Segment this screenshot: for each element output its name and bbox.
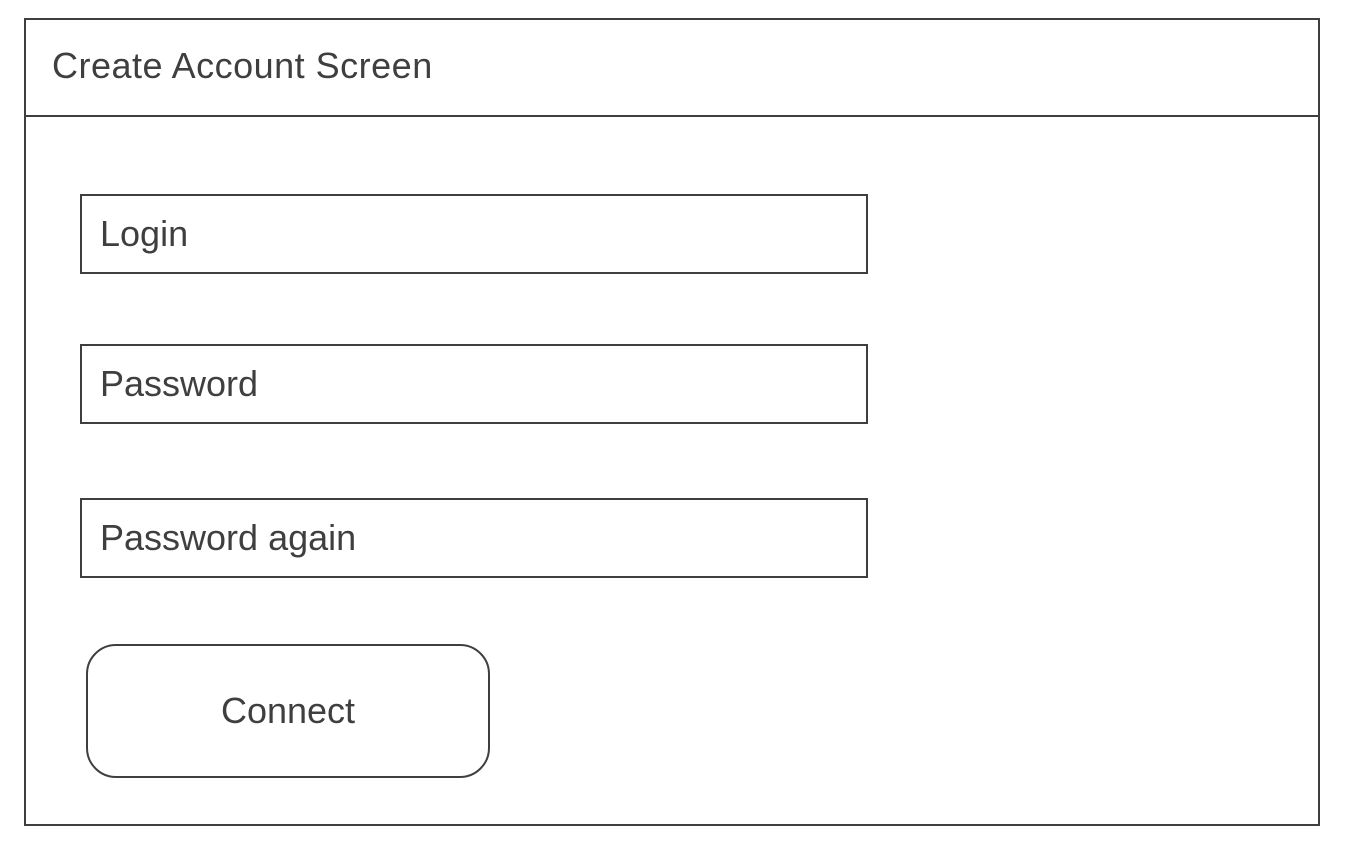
password-field[interactable]: Password bbox=[80, 344, 868, 424]
screen-header: Create Account Screen bbox=[26, 20, 1318, 117]
login-field-placeholder: Login bbox=[100, 213, 189, 254]
login-field[interactable]: Login bbox=[80, 194, 868, 274]
screen-title: Create Account Screen bbox=[52, 45, 433, 86]
connect-button[interactable]: Connect bbox=[86, 644, 490, 778]
create-account-window: Create Account Screen Login Password Pas… bbox=[24, 18, 1320, 826]
password-field-placeholder: Password bbox=[100, 363, 259, 404]
password-again-field[interactable]: Password again bbox=[80, 498, 868, 578]
password-again-field-placeholder: Password again bbox=[100, 517, 357, 558]
connect-button-label: Connect bbox=[220, 690, 356, 731]
